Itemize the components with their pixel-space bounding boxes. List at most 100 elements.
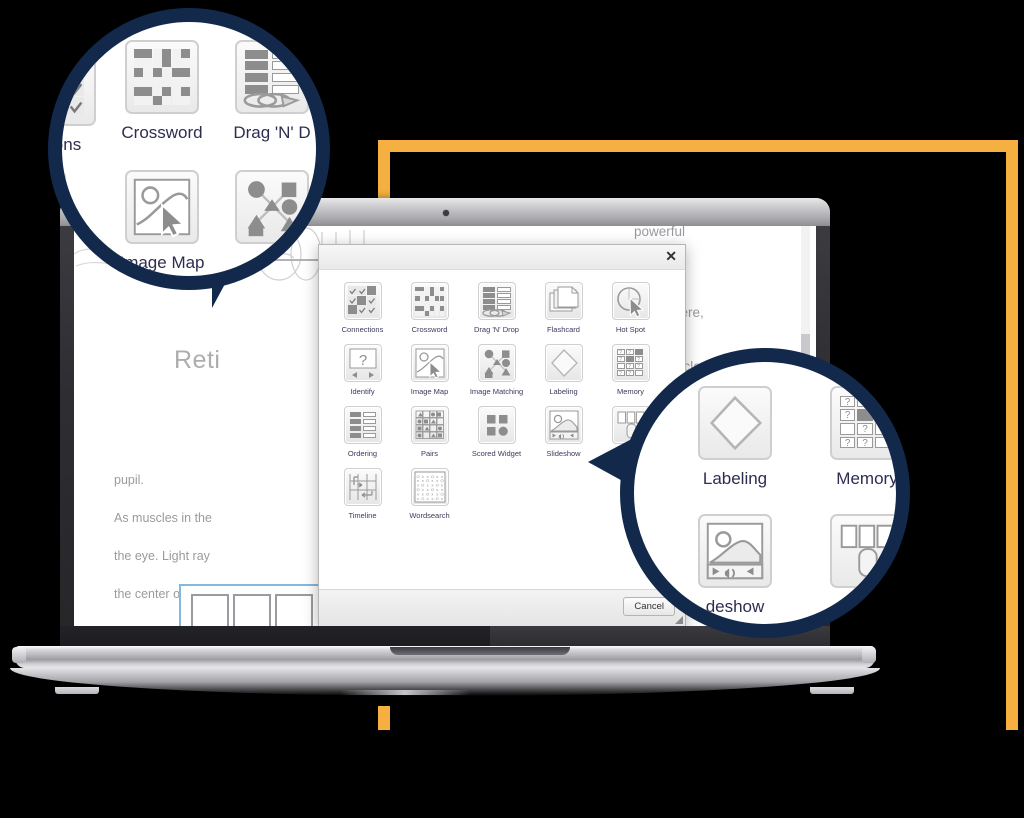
scored-widget-icon	[477, 406, 516, 444]
mag-item-label: Sorting	[840, 597, 894, 616]
crossword-icon	[410, 282, 449, 320]
pairs-icon	[410, 406, 449, 444]
dialog-footer: Cancel	[319, 589, 685, 626]
svg-text:O: O	[435, 496, 438, 501]
widget-option[interactable]: ? Identify	[329, 344, 396, 397]
svg-text:O: O	[421, 496, 424, 501]
identify-icon: ?	[62, 170, 66, 244]
widget-option[interactable]: Image Map	[396, 344, 463, 397]
accent-frame-bottom-left	[378, 706, 390, 730]
widget-option[interactable]: Scored Widget	[463, 406, 530, 459]
image-map-icon	[410, 344, 449, 382]
svg-text:x: x	[417, 496, 419, 501]
svg-text:x: x	[426, 496, 428, 501]
widget-option-label: Memory	[616, 387, 645, 396]
flashcard-icon	[544, 282, 583, 320]
widget-option-label: Flashcard	[547, 325, 580, 334]
mag-item: Drag 'N' D	[217, 40, 316, 143]
mag-item-partial	[62, 40, 84, 114]
mag-item: ???????? Memory	[812, 386, 898, 489]
laptop-base-cap-left	[12, 647, 26, 663]
wordsearch-icon: OxxOxxxxOxxOxOxxOxOxxOxxxxOxxOxOxxOx	[410, 468, 449, 506]
widget-option-label: Image Matching	[469, 387, 524, 396]
memory-icon: ????????	[830, 386, 896, 460]
accent-frame-top	[378, 140, 1018, 152]
side-line: powerful	[634, 226, 686, 239]
slideshow-icon	[698, 514, 772, 588]
svg-text:?: ?	[358, 352, 366, 369]
widget-option[interactable]: Slideshow	[530, 406, 597, 459]
widget-option-label: Labeling	[549, 387, 578, 396]
laptop-foot-left	[55, 687, 99, 694]
widget-option[interactable]: Image Matching	[463, 344, 530, 397]
mag-item: Crossword	[107, 40, 217, 143]
widget-option[interactable]: Flashcard	[530, 282, 597, 335]
widget-option-label: Timeline	[348, 511, 377, 520]
connections-icon	[343, 282, 382, 320]
identify-icon: ?	[343, 344, 382, 382]
widget-card	[275, 594, 313, 626]
widget-option-label: Identify	[350, 387, 375, 396]
mag-item-partial: ?	[62, 170, 84, 244]
image-matching-icon	[235, 170, 309, 244]
image-matching-icon	[477, 344, 516, 382]
magnifier-top-left: ctions Crossword Drag 'N' D Image Map ?	[48, 8, 330, 290]
widget-option[interactable]: Timeline	[329, 468, 396, 521]
drag-n-drop-icon	[235, 40, 309, 114]
widget-option-label: Hot Spot	[615, 325, 646, 334]
widget-option-label: Wordsearch	[409, 511, 450, 520]
screenshot-stage: Pupil Reti pupil. As muscles in the the …	[0, 0, 1024, 818]
mag-item: deshow	[680, 514, 790, 617]
drag-n-drop-icon	[477, 282, 516, 320]
widget-option-label: Drag 'N' Drop	[474, 325, 519, 334]
mag-item-label: ctions	[50, 135, 82, 154]
close-icon[interactable]: ✕	[665, 247, 677, 265]
widget-option[interactable]: Ox x Ox x x x Ox x Ox Ox x Ox Ox x Ox x x x Ox x Ox Ox x Ox Word…	[396, 468, 463, 521]
mag-item-partial	[217, 170, 316, 244]
widget-option[interactable]: Ordering	[329, 406, 396, 459]
slideshow-icon	[544, 406, 583, 444]
widget-option[interactable]: Drag 'N' Drop	[463, 282, 530, 335]
laptop-base-notch	[390, 647, 570, 655]
widget-option[interactable]: ???????? Memory	[597, 344, 664, 397]
widget-option[interactable]: Connections	[329, 282, 396, 335]
widget-option-label: Ordering	[347, 449, 378, 458]
resize-grip-icon[interactable]	[675, 616, 683, 624]
widget-option[interactable]: Hot Spot	[597, 282, 664, 335]
labeling-icon	[544, 344, 583, 382]
mag-item-label: Labeling	[702, 469, 768, 488]
image-map-icon	[125, 170, 199, 244]
flashcard-icon	[62, 40, 66, 114]
svg-text:x: x	[431, 496, 433, 501]
mag-item-label: Drag 'N' D	[233, 123, 311, 142]
crossword-icon	[125, 40, 199, 114]
laptop-base-cap-right	[862, 647, 876, 663]
widget-option-label: Slideshow	[546, 449, 581, 458]
widget-option-label: Scored Widget	[471, 449, 522, 458]
widget-option[interactable]: Crossword	[396, 282, 463, 335]
laptop-under-strip	[340, 690, 470, 695]
mag-item: Image Map	[107, 170, 217, 273]
widget-card	[191, 594, 229, 626]
mag-item: Sorting	[812, 514, 896, 617]
svg-text:x: x	[441, 496, 443, 501]
accent-frame-right	[1006, 140, 1018, 730]
mag-item-label: Crossword	[121, 123, 203, 142]
widget-option[interactable]: Pairs	[396, 406, 463, 459]
labeling-icon	[698, 386, 772, 460]
page-title: Reti	[174, 346, 221, 374]
widget-option-label: Image Map	[410, 387, 449, 396]
webcam-icon	[443, 210, 449, 216]
widget-option-label: Crossword	[411, 325, 448, 334]
widget-option[interactable]: Labeling	[530, 344, 597, 397]
hot-spot-icon	[611, 282, 650, 320]
mag-item-label: deshow	[705, 597, 765, 616]
dialog-titlebar: ✕	[319, 245, 685, 270]
sorting-icon	[830, 514, 896, 588]
mag-item-label: Memory	[836, 469, 898, 488]
mag-item-label: Image Map	[119, 253, 205, 272]
widget-card	[233, 594, 271, 626]
mag-item: Labeling	[680, 386, 790, 489]
widget-option-label: Connections	[341, 325, 384, 334]
ordering-icon	[343, 406, 382, 444]
